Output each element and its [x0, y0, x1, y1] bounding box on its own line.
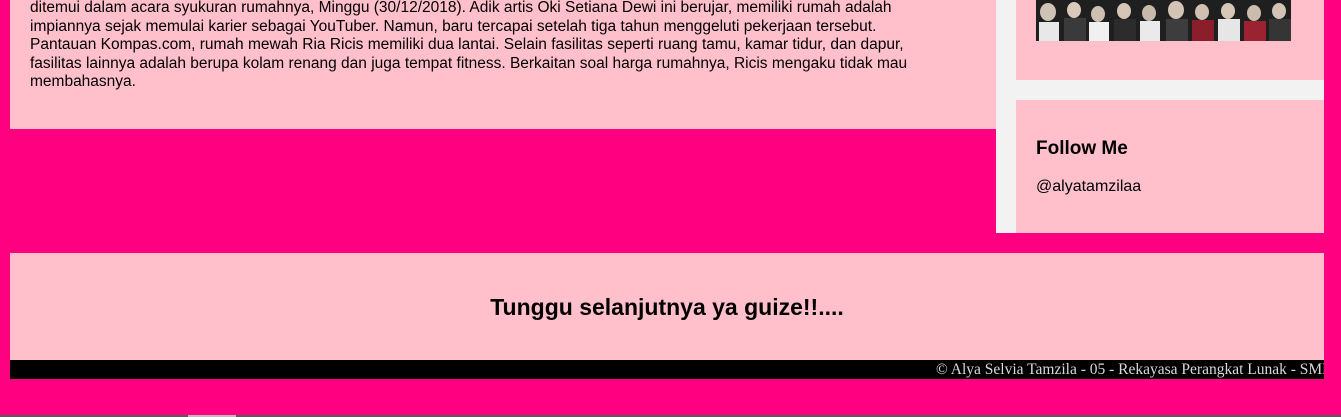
follow-widget: Follow Me @alyatamzilaa [1016, 100, 1324, 233]
follow-handle: @alyatamzilaa [1036, 178, 1142, 195]
footer-message-box: Tunggu selanjutnya ya guize!!.... [10, 253, 1324, 360]
marquee-bar: © Alya Selvia Tamzila - 05 - Rekayasa Pe… [10, 360, 1324, 379]
article-content: ditemui dalam acara syukuran rumahnya, M… [10, 0, 996, 129]
footer-message: Tunggu selanjutnya ya guize!!.... [490, 294, 844, 320]
article-text: ditemui dalam acara syukuran rumahnya, M… [30, 0, 908, 91]
follow-title: Follow Me [1036, 138, 1128, 159]
photo-widget [1016, 0, 1324, 80]
marquee-text: © Alya Selvia Tamzila - 05 - Rekayasa Pe… [936, 361, 1324, 378]
group-photo [1036, 0, 1291, 41]
page: ditemui dalam acara syukuran rumahnya, M… [0, 0, 1341, 417]
